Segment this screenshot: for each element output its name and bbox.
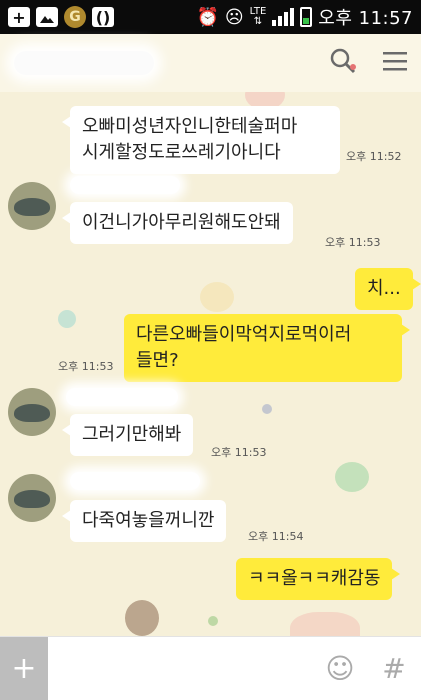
hash-icon[interactable]: #	[367, 652, 421, 685]
signal-icon	[272, 8, 295, 26]
ice-cream-decoration	[125, 600, 159, 636]
menu-icon[interactable]	[383, 51, 407, 75]
dot-decoration	[262, 404, 272, 414]
message-time: 오후 11:53	[325, 236, 381, 249]
face-icon: ☹	[224, 6, 244, 28]
message-bubble-received[interactable]: 이건니가아무리원해도안돼	[62, 202, 293, 244]
chat-area[interactable]: 오빠미성년자인니한테술퍼마 시게할정도로쓰레기아니다 오후 11:52 이건니가…	[0, 92, 421, 636]
brackets-app-icon: ()	[92, 7, 114, 27]
message-bubble-received[interactable]: 그러기만해봐	[61, 414, 194, 456]
search-icon[interactable]	[329, 47, 357, 79]
house-decoration	[290, 612, 360, 636]
input-bar: + ☺ #	[0, 636, 421, 700]
sender-name-blurred	[70, 472, 200, 490]
header-actions	[329, 47, 407, 79]
plus-box-icon: +	[8, 7, 30, 27]
message-bubble-received[interactable]: 다죽여놓을꺼니깐	[61, 500, 227, 542]
message-time: 오후 11:54	[248, 530, 304, 543]
sender-name-blurred	[70, 176, 180, 194]
g-app-icon: G	[64, 6, 86, 28]
status-bar: + G () ⏰ ☹ LTE ⇅ 오후 11:57	[0, 0, 421, 34]
ice-cream-decoration	[335, 462, 369, 492]
ice-cream-decoration	[200, 282, 234, 312]
avatar[interactable]	[8, 182, 56, 230]
status-time: 오후 11:57	[318, 8, 413, 29]
message-bubble-sent[interactable]: ㅋㅋ올ㅋㅋ캐감동	[236, 558, 401, 600]
status-bar-right: ⏰ ☹ LTE ⇅ 오후 11:57	[196, 4, 413, 30]
lte-icon: LTE ⇅	[249, 6, 267, 27]
attach-plus-button[interactable]: +	[0, 636, 48, 700]
battery-icon	[300, 7, 313, 27]
message-bubble-received[interactable]: 오빠미성년자인니한테술퍼마 시게할정도로쓰레기아니다	[62, 106, 340, 174]
message-bubble-sent[interactable]: 다른오빠들이막억지로먹이러 들면?	[124, 314, 410, 382]
sender-name-blurred	[66, 388, 178, 406]
message-time: 오후 11:53	[58, 360, 114, 373]
image-icon	[36, 7, 58, 27]
emoji-icon[interactable]: ☺	[313, 652, 367, 685]
chat-header	[0, 34, 421, 92]
dot-decoration	[58, 310, 76, 328]
status-bar-left: + G ()	[8, 6, 114, 28]
chat-title-blurred	[14, 51, 154, 75]
message-time: 오후 11:52	[346, 150, 402, 163]
message-time: 오후 11:53	[211, 446, 267, 459]
avatar[interactable]	[8, 388, 56, 436]
dot-decoration	[208, 616, 218, 626]
avatar[interactable]	[8, 474, 56, 522]
alarm-icon: ⏰	[196, 6, 219, 28]
message-bubble-sent[interactable]: 치...	[355, 268, 421, 310]
message-input[interactable]	[48, 637, 313, 700]
